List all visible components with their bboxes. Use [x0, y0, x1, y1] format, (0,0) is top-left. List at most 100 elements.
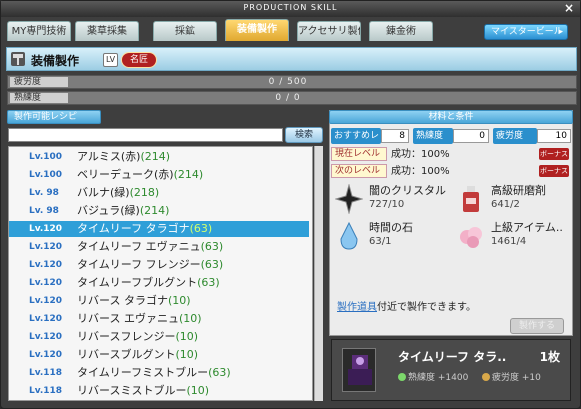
material-name: 時間の石	[369, 221, 413, 234]
recipe-level: Lv. 98	[29, 188, 59, 198]
recipe-name: バジュラ(緑)	[77, 204, 140, 217]
search-input[interactable]	[8, 128, 283, 142]
materials-header: 材料と条件	[329, 110, 573, 124]
condition-fatigue-label: 疲労度	[493, 128, 537, 144]
recipe-level: Lv.118	[29, 386, 63, 396]
next-level-bonus[interactable]: ボーナス	[539, 165, 569, 177]
polish-bottle-icon	[457, 184, 485, 214]
recipe-level: Lv.120	[29, 296, 63, 306]
condition-proficiency-value: 0	[453, 129, 489, 143]
proficiency-label: 熟練度	[10, 93, 68, 103]
recipe-name: リバース エヴァニュ	[77, 312, 179, 325]
recipe-level: Lv.120	[29, 260, 63, 270]
recipe-count: (214)	[139, 204, 170, 217]
next-level-tag: 次のレベル	[331, 164, 387, 178]
material-name: 上級アイテム..	[491, 221, 563, 234]
proficiency-dot-icon	[398, 373, 406, 381]
search-button[interactable]: 検索	[285, 127, 323, 143]
recipe-row[interactable]: Lv.120 リバース エヴァニュ(10)	[9, 311, 309, 327]
recipe-name: アルミス(赤)	[77, 150, 141, 163]
recipe-level: Lv.100	[29, 170, 63, 180]
recipe-row[interactable]: Lv.120 リバースブルグント(10)	[9, 347, 309, 363]
recipe-name: リバースミストブルー	[77, 384, 187, 397]
recipe-count: (214)	[140, 150, 171, 163]
material-count: 63/1	[369, 236, 392, 247]
result-proficiency-gain: +1400	[437, 373, 469, 383]
recipe-row[interactable]: Lv. 98 バルナ(緑)(218)	[9, 185, 309, 201]
material-count: 727/10	[369, 199, 405, 210]
result-proficiency: 熟練度 +1400	[398, 370, 468, 383]
recipe-name: タイムリーフブルグント	[77, 276, 198, 289]
condition-row: おすすめレベル 8 熟練度 0 疲労度 10	[331, 128, 573, 157]
title-bar[interactable]: PRODUCTION SKILL ×	[1, 1, 580, 17]
recipe-row[interactable]: Lv.120 リバースフレンジー(10)	[9, 329, 309, 345]
proficiency-value: 0 / 0	[275, 93, 301, 103]
skill-header: 装備製作 LV 名匠	[6, 47, 577, 71]
dark-crystal-icon	[334, 183, 364, 215]
recipe-row[interactable]: Lv. 98 バジュラ(緑)(214)	[9, 203, 309, 219]
fatigue-gauge: 疲労度 0 / 500	[7, 75, 577, 89]
recipe-scrollbar[interactable]	[314, 146, 323, 401]
close-icon[interactable]: ×	[562, 1, 576, 15]
current-level-row: 現在レベル 成功：100% ボーナス	[331, 147, 573, 163]
hammer-icon	[11, 52, 25, 66]
advanced-item-icon	[457, 221, 485, 251]
next-level-row: 次のレベル 成功：100% ボーナス	[331, 164, 573, 180]
tab-mining[interactable]: 採鉱	[153, 21, 217, 41]
material-count: 1461/4	[491, 236, 527, 247]
material-item[interactable]: 時間の石 63/1	[335, 219, 455, 255]
meister-label: マイスタービール	[491, 27, 563, 37]
next-level-success: 成功：100%	[391, 166, 450, 177]
recipe-row[interactable]: Lv.118 リバースミストブルー(10)	[9, 383, 309, 399]
tab-accessory-crafting[interactable]: アクセサリ製作	[297, 21, 361, 41]
recipe-count: (63)	[200, 258, 224, 271]
recipe-level: Lv.120	[29, 224, 63, 234]
recipe-name: タイムリーフミストブルー	[77, 366, 209, 379]
skill-name: 装備製作	[31, 54, 80, 68]
tab-equipment-crafting[interactable]: 装備製作	[225, 19, 289, 41]
recipe-name: リバースフレンジー	[77, 330, 176, 343]
recipe-row[interactable]: Lv.120 タイムリーフブルグント(63)	[9, 275, 309, 291]
recipe-count: (63)	[200, 240, 224, 253]
fatigue-value: 0 / 500	[268, 77, 308, 87]
recipe-name: リバースブルグント	[77, 348, 176, 361]
recipe-list: Lv.100 アルミス(赤)(214) Lv.100 ベリーデューク(赤) (214)…	[8, 146, 313, 401]
recipe-level: Lv.120	[29, 278, 63, 288]
tab-alchemy[interactable]: 錬金術	[369, 21, 433, 41]
material-name: 高級研磨剤	[491, 184, 546, 197]
recipe-count: (218)	[129, 186, 160, 199]
recipe-count: (10)	[175, 348, 199, 361]
recipe-row[interactable]: Lv.120 タイムリーフ フレンジー(63)	[9, 257, 309, 273]
proficiency-gauge: 熟練度 0 / 0	[7, 91, 577, 105]
armor-icon	[342, 348, 376, 392]
recipe-row[interactable]: Lv.100 アルミス(赤)(214)	[9, 149, 309, 165]
recipe-row[interactable]: Lv.120 タイムリーフ エヴァニュ(63)	[9, 239, 309, 255]
recipe-row[interactable]: Lv.120 リバース タラゴナ(10)	[9, 293, 309, 309]
recipe-level: Lv.118	[29, 368, 63, 378]
recipe-name: ベリーデューク(赤)	[77, 168, 174, 181]
crafting-tool-link[interactable]: 製作道具	[337, 302, 377, 313]
recipe-count: (10)	[178, 312, 202, 325]
make-button[interactable]: 製作する	[510, 318, 564, 334]
meister-beer-button[interactable]: マイスタービール ▸	[484, 24, 568, 40]
fatigue-label: 疲労度	[10, 77, 68, 87]
current-level-tag: 現在レベル	[331, 147, 387, 161]
material-item[interactable]: 上級アイテム.. 1461/4	[457, 219, 577, 255]
material-item[interactable]: 闇のクリスタル 727/10	[334, 182, 455, 218]
condition-fatigue-value: 10	[537, 129, 571, 143]
recipe-row[interactable]: Lv.100 ベリーデューク(赤)(214)	[9, 167, 309, 183]
current-level-bonus[interactable]: ボーナス	[539, 148, 569, 160]
result-panel: タイムリーフ タラ.. 1枚 熟練度 +1400 疲労度 +10	[331, 339, 571, 401]
current-level-success: 成功：100%	[391, 149, 450, 160]
recipe-count: (10)	[186, 384, 210, 397]
material-item[interactable]: 高級研磨剤 641/2	[457, 182, 577, 218]
recommend-level-label: おすすめレベル	[331, 128, 381, 157]
recipe-row-selected[interactable]: Lv.120 タイムリーフ タラゴナ(63)	[9, 221, 309, 237]
result-count: 1枚	[539, 350, 560, 364]
recipe-row[interactable]: Lv.118 タイムリーフミストブルー(63)	[9, 365, 309, 381]
recipe-name: リバース タラゴナ	[77, 294, 168, 307]
tab-herb-gathering[interactable]: 薬草採集	[75, 21, 139, 41]
material-name: 闇のクリスタル	[369, 184, 446, 197]
condition-proficiency-label: 熟練度	[413, 128, 453, 144]
tab-my-skills[interactable]: MY専門技術	[7, 21, 71, 41]
